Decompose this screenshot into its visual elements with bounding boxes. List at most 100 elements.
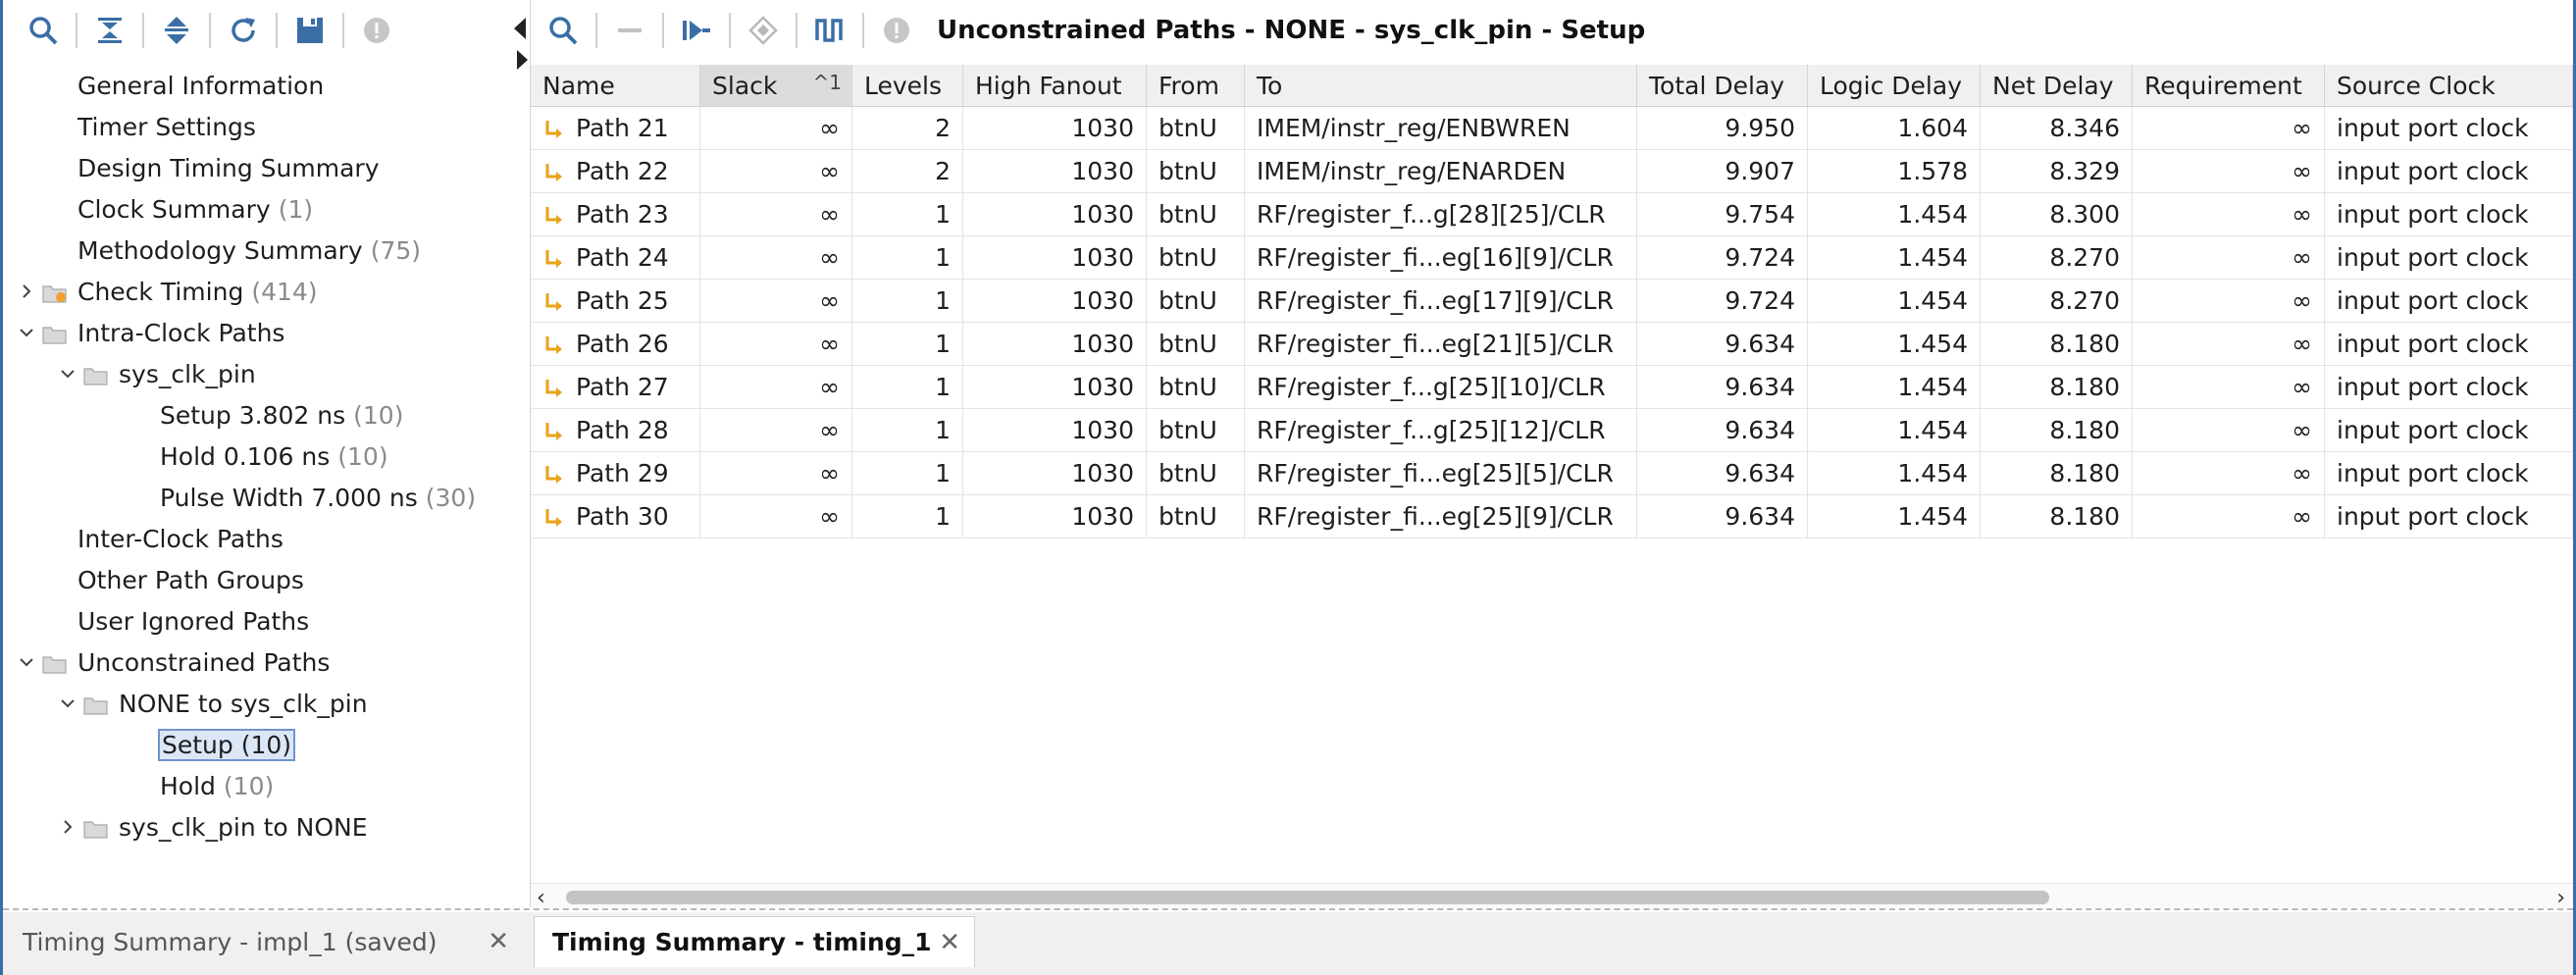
column-header-net-delay[interactable]: Net Delay xyxy=(1981,65,2133,106)
chevron-down-icon[interactable] xyxy=(17,324,36,341)
tree-item-intra-clock-paths[interactable]: Intra-Clock Paths xyxy=(3,312,530,353)
table-row[interactable]: Path 30 ∞ 1 1030 btnU RF/register_fi...e… xyxy=(531,495,2573,539)
cell-to: RF/register_f...g[25][12]/CLR xyxy=(1245,409,1637,451)
tree-item-design-timing-summary[interactable]: Design Timing Summary xyxy=(3,147,530,188)
column-header-source-clock[interactable]: Source Clock xyxy=(2325,65,2573,106)
cell-high-fanout: 1030 xyxy=(963,193,1147,235)
table-row[interactable]: Path 22 ∞ 2 1030 btnU IMEM/instr_reg/ENA… xyxy=(531,150,2573,193)
cell-requirement: ∞ xyxy=(2133,409,2325,451)
column-header-name[interactable]: Name xyxy=(531,65,700,106)
tab-timing-summary-impl-1[interactable]: Timing Summary - impl_1 (saved) ✕ xyxy=(3,916,523,967)
cell-name: Path 29 xyxy=(531,452,700,494)
cell-source-clock: input port clock xyxy=(2325,366,2573,408)
cell-net-delay: 8.346 xyxy=(1981,107,2133,149)
tree-item-pulse-width[interactable]: Pulse Width 7.000 ns (30) xyxy=(3,477,530,518)
column-header-requirement[interactable]: Requirement xyxy=(2133,65,2325,106)
table-row[interactable]: Path 25 ∞ 1 1030 btnU RF/register_fi...e… xyxy=(531,280,2573,323)
column-header-total-delay[interactable]: Total Delay xyxy=(1637,65,1808,106)
column-header-high-fanout[interactable]: High Fanout xyxy=(963,65,1147,106)
scroll-right-icon[interactable]: › xyxy=(2556,886,2565,910)
tree-item-setup[interactable]: Setup 3.802 ns (10) xyxy=(3,394,530,436)
tree-item-user-ignored-paths[interactable]: User Ignored Paths xyxy=(3,600,530,641)
cell-levels: 1 xyxy=(852,193,963,235)
refresh-icon[interactable] xyxy=(217,6,270,55)
tree-item-label: Hold 0.106 ns xyxy=(160,441,331,471)
cell-high-fanout: 1030 xyxy=(963,409,1147,451)
toolbar-separator xyxy=(595,13,597,48)
scroll-left-icon[interactable]: ‹ xyxy=(537,886,545,910)
collapse-pane-arrow[interactable] xyxy=(514,18,526,39)
tree-item-timer-settings[interactable]: Timer Settings xyxy=(3,106,530,147)
cell-levels: 2 xyxy=(852,150,963,192)
tree-item-sys-clk-pin-to-none[interactable]: sys_clk_pin to NONE xyxy=(3,806,530,847)
tree-item-label: Methodology Summary xyxy=(77,235,363,265)
schematic-icon[interactable] xyxy=(670,6,723,55)
folder-icon xyxy=(42,652,68,674)
column-header-to[interactable]: To xyxy=(1245,65,1637,106)
table-row[interactable]: Path 27 ∞ 1 1030 btnU RF/register_f...g[… xyxy=(531,366,2573,409)
tree-item-hold[interactable]: Hold 0.106 ns (10) xyxy=(3,436,530,477)
cell-requirement: ∞ xyxy=(2133,150,2325,192)
paths-table: Name Slack ^1 Levels High Fanout From To… xyxy=(531,65,2573,539)
chevron-down-icon[interactable] xyxy=(17,653,36,671)
scrollbar-thumb[interactable] xyxy=(566,891,2049,904)
close-icon[interactable]: ✕ xyxy=(939,928,960,957)
chevron-down-icon[interactable] xyxy=(58,365,77,383)
tree-item-methodology-summary[interactable]: Methodology Summary (75) xyxy=(3,230,530,271)
tree-item-count: (414) xyxy=(251,277,318,306)
expand-all-icon[interactable] xyxy=(150,6,203,55)
tree-item-inter-clock-paths[interactable]: Inter-Clock Paths xyxy=(3,518,530,559)
close-icon[interactable]: ✕ xyxy=(488,927,509,956)
cell-net-delay: 8.180 xyxy=(1981,495,2133,538)
column-header-slack[interactable]: Slack ^1 xyxy=(700,65,852,106)
cell-requirement: ∞ xyxy=(2133,366,2325,408)
save-icon[interactable] xyxy=(283,6,336,55)
cell-logic-delay: 1.454 xyxy=(1808,409,1981,451)
tree-item-none-to-sys-clk-pin[interactable]: NONE to sys_clk_pin xyxy=(3,683,530,724)
chevron-right-icon[interactable] xyxy=(58,818,77,836)
cell-from: btnU xyxy=(1147,409,1245,451)
tree-item-unconstrained-paths[interactable]: Unconstrained Paths xyxy=(3,641,530,683)
tree-item-setup-selected[interactable]: Setup (10) xyxy=(3,724,530,765)
table-header: Name Slack ^1 Levels High Fanout From To… xyxy=(531,65,2573,107)
tree-item-label: Clock Summary xyxy=(77,194,271,224)
table-row[interactable]: Path 28 ∞ 1 1030 btnU RF/register_f...g[… xyxy=(531,409,2573,452)
tree-item-clock-summary[interactable]: Clock Summary (1) xyxy=(3,188,530,230)
cell-to: RF/register_fi...eg[25][9]/CLR xyxy=(1245,495,1637,538)
cell-total-delay: 9.950 xyxy=(1637,107,1808,149)
column-header-logic-delay[interactable]: Logic Delay xyxy=(1808,65,1981,106)
tree-item-other-path-groups[interactable]: Other Path Groups xyxy=(3,559,530,600)
waveform-icon[interactable] xyxy=(803,6,856,55)
search-icon[interactable] xyxy=(537,6,590,55)
tree-item-label: NONE to sys_clk_pin xyxy=(119,689,368,718)
cell-levels: 1 xyxy=(852,280,963,322)
tree-item-count: (10) xyxy=(223,771,275,800)
cell-total-delay: 9.907 xyxy=(1637,150,1808,192)
cell-total-delay: 9.634 xyxy=(1637,409,1808,451)
chevron-right-icon[interactable] xyxy=(17,282,36,300)
column-header-levels[interactable]: Levels xyxy=(852,65,963,106)
collapse-all-icon[interactable] xyxy=(83,6,136,55)
search-icon[interactable] xyxy=(17,6,70,55)
tree-item-label: Hold xyxy=(160,771,216,800)
tree-item-sys-clk-pin[interactable]: sys_clk_pin xyxy=(3,353,530,394)
table-row[interactable]: Path 24 ∞ 1 1030 btnU RF/register_fi...e… xyxy=(531,236,2573,280)
table-row[interactable]: Path 29 ∞ 1 1030 btnU RF/register_fi...e… xyxy=(531,452,2573,495)
table-row[interactable]: Path 26 ∞ 1 1030 btnU RF/register_fi...e… xyxy=(531,323,2573,366)
chevron-down-icon[interactable] xyxy=(58,694,77,712)
tree-item-general-information[interactable]: General Information xyxy=(3,65,530,106)
cell-levels: 2 xyxy=(852,107,963,149)
column-header-from[interactable]: From xyxy=(1147,65,1245,106)
tree-item-check-timing[interactable]: Check Timing (414) xyxy=(3,271,530,312)
table-row[interactable]: Path 23 ∞ 1 1030 btnU RF/register_f...g[… xyxy=(531,193,2573,236)
tree-item-hold-unconstrained[interactable]: Hold (10) xyxy=(3,765,530,806)
path-icon xyxy=(542,420,564,441)
horizontal-scrollbar[interactable]: ‹ › xyxy=(531,883,2573,910)
cell-net-delay: 8.329 xyxy=(1981,150,2133,192)
tab-timing-summary-timing-1[interactable]: Timing Summary - timing_1 ✕ xyxy=(534,916,975,967)
toolbar-separator xyxy=(796,13,798,48)
cell-from: btnU xyxy=(1147,495,1245,538)
tab-label: Timing Summary - timing_1 xyxy=(552,928,932,956)
table-row[interactable]: Path 21 ∞ 2 1030 btnU IMEM/instr_reg/ENB… xyxy=(531,107,2573,150)
cell-name: Path 28 xyxy=(531,409,700,451)
